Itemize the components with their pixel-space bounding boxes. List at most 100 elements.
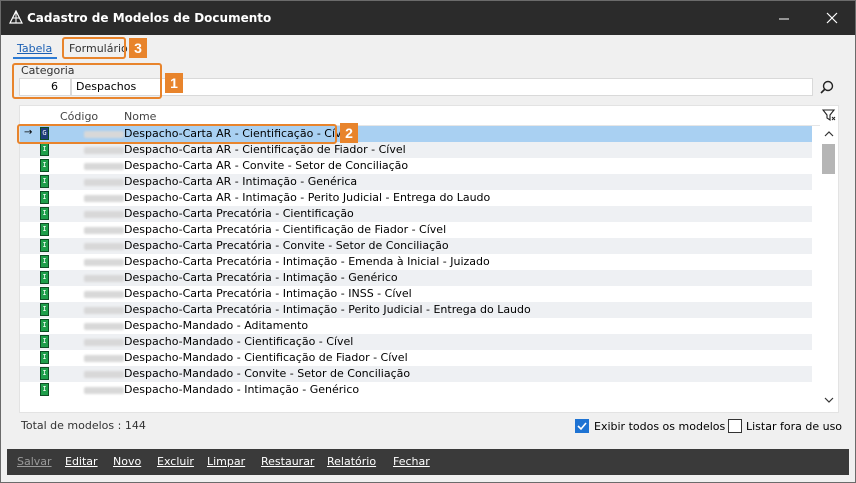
novo-button[interactable]: Novo xyxy=(113,455,141,468)
model-type-i-icon: I xyxy=(40,335,49,348)
row-code-redacted xyxy=(84,323,124,330)
salvar-button[interactable]: Salvar xyxy=(17,455,52,468)
row-indicator xyxy=(24,303,36,317)
row-code-redacted xyxy=(84,163,124,170)
excluir-button[interactable]: Excluir xyxy=(157,455,194,468)
editar-button[interactable]: Editar xyxy=(65,455,98,468)
model-type-i-icon: I xyxy=(40,271,49,284)
scroll-up-icon[interactable] xyxy=(824,130,834,138)
row-indicator xyxy=(24,255,36,269)
column-header-nome[interactable]: Nome xyxy=(124,110,156,123)
table-row[interactable]: I Despacho-Carta Precatória - Intimação -… xyxy=(20,286,812,302)
table-row[interactable]: I Despacho-Carta AR - Convite - Setor de … xyxy=(20,158,812,174)
row-indicator xyxy=(24,287,36,301)
tab-tabela[interactable]: Tabela xyxy=(13,39,57,59)
marker-badge-1: 1 xyxy=(165,73,183,93)
row-indicator xyxy=(24,175,36,189)
row-name: Despacho-Carta Precatória - Intimação - … xyxy=(124,287,412,300)
row-indicator xyxy=(24,383,36,397)
search-icon[interactable] xyxy=(817,78,837,98)
checkmark-icon xyxy=(577,422,587,431)
row-code-redacted xyxy=(84,339,124,346)
model-type-i-icon: I xyxy=(40,383,49,396)
window-title: Cadastro de Modelos de Documento xyxy=(27,11,272,25)
row-name: Despacho-Carta Precatória - Intimação - … xyxy=(124,271,398,284)
table-row[interactable]: I Despacho-Carta AR - Intimação - Perito … xyxy=(20,190,812,206)
row-name: Despacho-Carta AR - Convite - Setor de C… xyxy=(124,159,409,172)
restaurar-button[interactable]: Restaurar xyxy=(261,455,314,468)
tab-tabela-label: Tabela xyxy=(17,42,53,55)
main-window: Cadastro de Modelos de Documento Tabela … xyxy=(0,0,856,483)
table-row[interactable]: I Despacho-Mandado - Convite - Setor de C… xyxy=(20,366,812,382)
table-row[interactable]: I Despacho-Carta Precatória - Intimação -… xyxy=(20,302,812,318)
table-row[interactable]: I Despacho-Carta Precatória - Intimação -… xyxy=(20,254,812,270)
table-row[interactable]: I Despacho-Carta AR - Intimação - Genéric… xyxy=(20,174,812,190)
model-type-i-icon: I xyxy=(40,239,49,252)
row-code-redacted xyxy=(84,371,124,378)
row-indicator xyxy=(24,271,36,285)
row-indicator xyxy=(24,239,36,253)
row-code-redacted xyxy=(84,307,124,314)
row-name: Despacho-Carta Precatória - Intimação - … xyxy=(124,303,531,316)
close-button[interactable] xyxy=(809,1,855,35)
show-all-checkbox[interactable] xyxy=(575,419,589,433)
row-code-redacted xyxy=(84,227,124,234)
list-unused-label[interactable]: Listar fora de uso xyxy=(746,420,842,433)
vertical-scrollbar[interactable] xyxy=(820,126,838,412)
app-pyramid-icon xyxy=(9,10,23,24)
row-code-redacted xyxy=(84,243,124,250)
row-code-redacted xyxy=(84,195,124,202)
table-row[interactable]: I Despacho-Carta AR - Cientificação de Fi… xyxy=(20,142,812,158)
model-type-i-icon: I xyxy=(40,367,49,380)
marker-box-1 xyxy=(12,63,162,99)
row-indicator xyxy=(24,143,36,157)
marker-badge-3: 3 xyxy=(129,38,147,58)
minimize-button[interactable] xyxy=(761,1,807,35)
row-indicator xyxy=(24,335,36,349)
scrollbar-thumb[interactable] xyxy=(822,144,835,174)
grid-header: Código Nome xyxy=(20,106,820,126)
row-name: Despacho-Mandado - Cientificação de Fiad… xyxy=(124,351,408,364)
show-all-label[interactable]: Exibir todos os modelos xyxy=(594,420,725,433)
marker-badge-2: 2 xyxy=(340,123,358,143)
row-indicator xyxy=(24,207,36,221)
models-grid: Código Nome → G Despacho-Carta AR - Cienti… xyxy=(19,105,839,413)
row-indicator xyxy=(24,223,36,237)
table-row[interactable]: I Despacho-Mandado - Aditamento xyxy=(20,318,812,334)
table-row[interactable]: I Despacho-Carta Precatória - Cientificaç… xyxy=(20,206,812,222)
row-code-redacted xyxy=(84,147,124,154)
row-name: Despacho-Carta Precatória - Cientificaçã… xyxy=(124,207,354,220)
row-name: Despacho-Carta Precatória - Cientificaçã… xyxy=(124,223,447,236)
row-name: Despacho-Carta AR - Cientificação de Fia… xyxy=(124,143,406,156)
row-code-redacted xyxy=(84,355,124,362)
row-indicator xyxy=(24,159,36,173)
close-icon xyxy=(826,12,838,24)
table-row[interactable]: I Despacho-Mandado - Cientificação de Fia… xyxy=(20,350,812,366)
row-indicator xyxy=(24,351,36,365)
table-row[interactable]: I Despacho-Carta Precatória - Intimação -… xyxy=(20,270,812,286)
row-name: Despacho-Mandado - Aditamento xyxy=(124,319,309,332)
model-type-i-icon: I xyxy=(40,319,49,332)
fechar-button[interactable]: Fechar xyxy=(393,455,430,468)
model-type-i-icon: I xyxy=(40,223,49,236)
table-row[interactable]: I Despacho-Mandado - Intimação - Genérico xyxy=(20,382,812,398)
grid-rows: → G Despacho-Carta AR - Cientificação - Cí… xyxy=(20,126,818,398)
model-type-i-icon: I xyxy=(40,159,49,172)
limpar-button[interactable]: Limpar xyxy=(207,455,245,468)
row-name: Despacho-Carta AR - Intimação - Perito J… xyxy=(124,191,491,204)
action-bar: Salvar Editar Novo Excluir Limpar Restau… xyxy=(7,449,849,475)
row-indicator xyxy=(24,319,36,333)
table-row[interactable]: I Despacho-Carta Precatória - Convite - S… xyxy=(20,238,812,254)
row-code-redacted xyxy=(84,259,124,266)
minimize-icon xyxy=(779,18,789,20)
column-header-codigo[interactable]: Código xyxy=(60,110,98,123)
scroll-down-icon[interactable] xyxy=(824,396,834,404)
relatorio-button[interactable]: Relatório xyxy=(327,455,376,468)
filter-icon[interactable] xyxy=(822,108,836,122)
table-row[interactable]: I Despacho-Mandado - Cientificação - Cíve… xyxy=(20,334,812,350)
row-code-redacted xyxy=(84,291,124,298)
title-bar[interactable]: Cadastro de Modelos de Documento xyxy=(1,1,855,35)
table-row[interactable]: I Despacho-Carta Precatória - Cientificaç… xyxy=(20,222,812,238)
list-unused-checkbox[interactable] xyxy=(728,419,742,433)
total-models-label: Total de modelos : 144 xyxy=(21,419,146,432)
